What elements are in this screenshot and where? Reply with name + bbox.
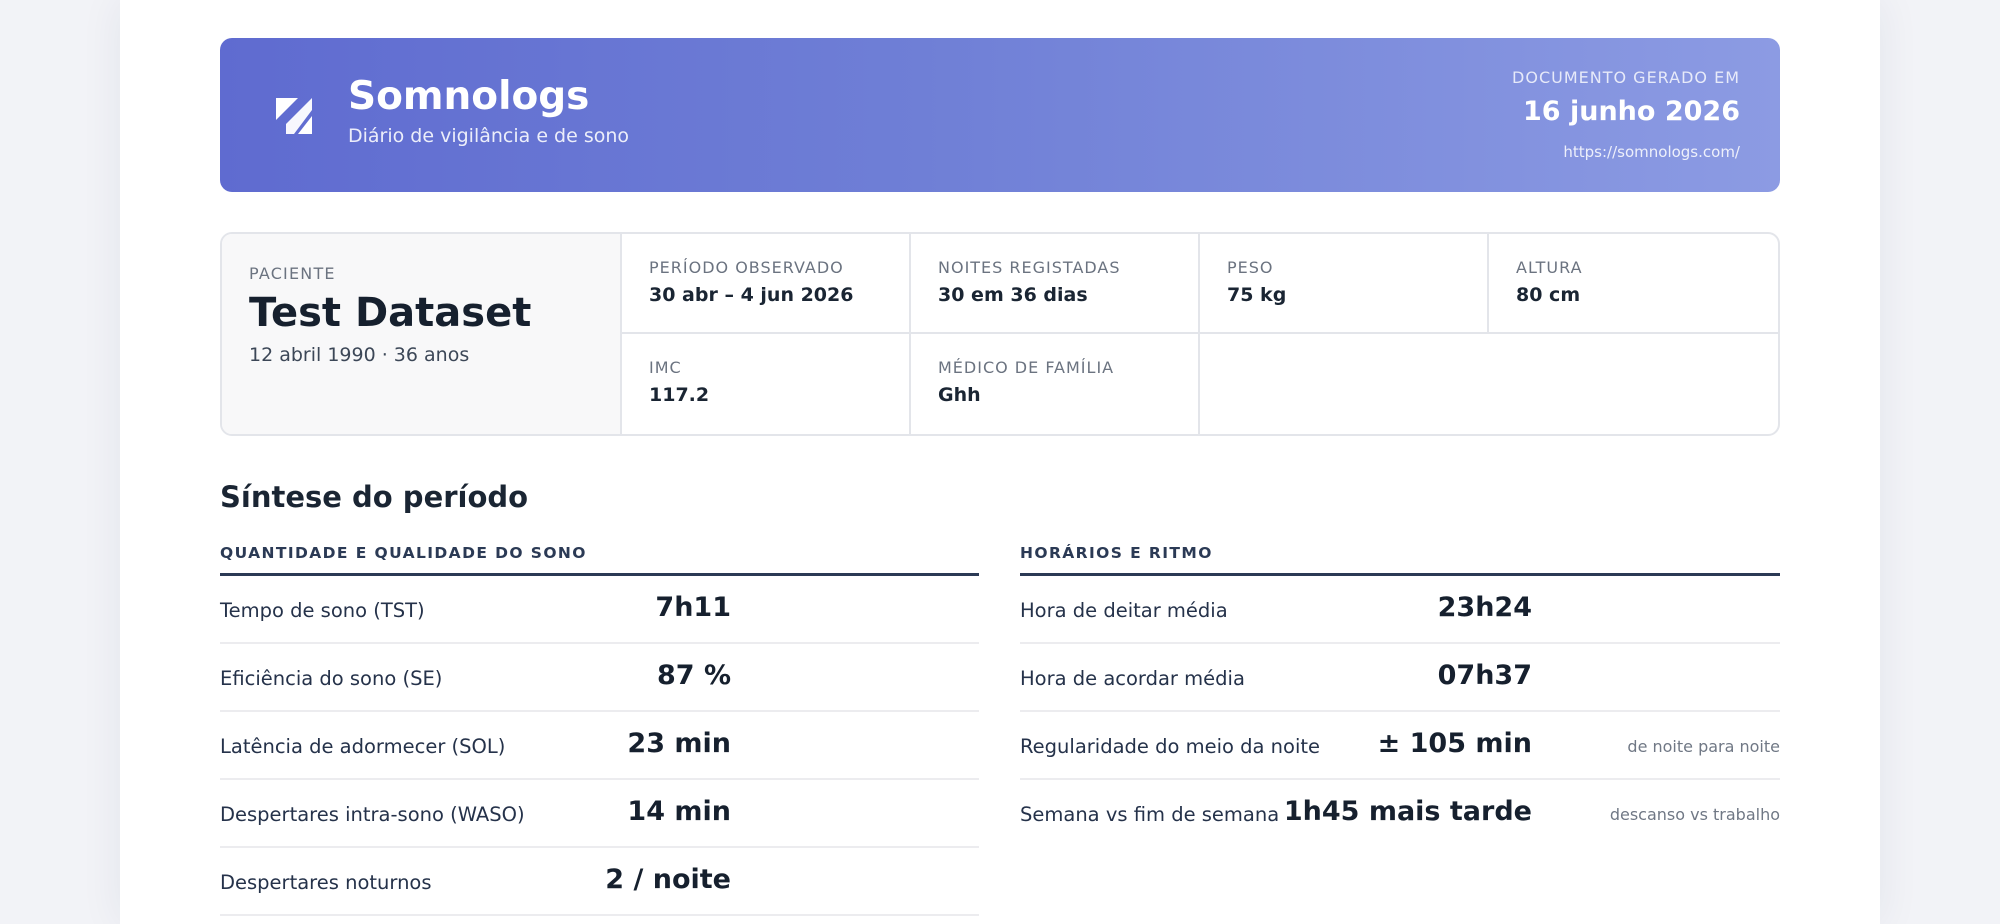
schedule-rhythm-section: HORÁRIOS E RITMO Hora de deitar média 23…	[1020, 540, 1780, 848]
metric-label: Despertares noturnos	[220, 871, 432, 894]
patient-name: Test Dataset	[249, 290, 532, 336]
field-label: ALTURA	[1516, 258, 1583, 277]
field-value: 30 em 36 dias	[938, 284, 1088, 306]
metric-row: Semana vs fim de semana 1h45 mais tarde …	[1020, 780, 1780, 848]
patient-identity: PACIENTE Test Dataset 12 abril 1990 · 36…	[222, 234, 622, 434]
metric-value: 23h24	[1437, 592, 1532, 623]
section-heading: HORÁRIOS E RITMO	[1020, 540, 1780, 576]
metric-label: Semana vs fim de semana	[1020, 803, 1280, 826]
metric-row: Hora de deitar média 23h24	[1020, 576, 1780, 644]
patient-card: PACIENTE Test Dataset 12 abril 1990 · 36…	[220, 232, 1780, 436]
field-label: PERÍODO OBSERVADO	[649, 258, 844, 277]
field-observed-period: PERÍODO OBSERVADO 30 abr – 4 jun 2026	[622, 234, 911, 334]
metric-row: Regularidade do meio da noite ± 105 min …	[1020, 712, 1780, 780]
section-heading: QUANTIDADE E QUALIDADE DO SONO	[220, 540, 979, 576]
metric-row: Tempo de sono (TST) 7h11	[220, 576, 979, 644]
generated-date: 16 junho 2026	[1523, 96, 1740, 127]
metric-label: Regularidade do meio da noite	[1020, 735, 1321, 758]
metric-row: Despertares intra-sono (WASO) 14 min	[220, 780, 979, 848]
metric-label: Eficiência do sono (SE)	[220, 667, 443, 690]
patient-label: PACIENTE	[249, 264, 336, 283]
field-nights-recorded: NOITES REGISTADAS 30 em 36 dias	[911, 234, 1200, 334]
sleep-quantity-section: QUANTIDADE E QUALIDADE DO SONO Tempo de …	[220, 540, 979, 916]
field-label: IMC	[649, 358, 682, 377]
generated-label: DOCUMENTO GERADO EM	[1512, 68, 1740, 87]
metric-label: Despertares intra-sono (WASO)	[220, 803, 525, 826]
metric-note: descanso vs trabalho	[1609, 805, 1780, 824]
metric-label: Hora de deitar média	[1020, 599, 1228, 622]
brand-subtitle: Diário de vigilância e de sono	[348, 125, 630, 147]
field-value: 30 abr – 4 jun 2026	[649, 284, 854, 306]
field-label: NOITES REGISTADAS	[938, 258, 1121, 277]
field-weight: PESO 75 kg	[1200, 234, 1489, 334]
metric-row: Despertares noturnos 2 / noite	[220, 848, 979, 916]
field-label: PESO	[1227, 258, 1274, 277]
metric-value: 2 / noite	[605, 864, 731, 895]
metric-value: 14 min	[627, 796, 731, 827]
metric-row: Hora de acordar média 07h37	[1020, 644, 1780, 712]
field-value: 75 kg	[1227, 284, 1287, 306]
field-family-doctor: MÉDICO DE FAMÍLIA Ghh	[911, 334, 1200, 434]
metric-value: 87 %	[656, 660, 731, 691]
field-height: ALTURA 80 cm	[1489, 234, 1778, 334]
metric-value: 07h37	[1437, 660, 1532, 691]
metric-value: 1h45 mais tarde	[1283, 796, 1532, 827]
metric-value: ± 105 min	[1377, 728, 1532, 759]
metric-row: Latência de adormecer (SOL) 23 min	[220, 712, 979, 780]
report-page: Somnologs Diário de vigilância e de sono…	[120, 0, 1880, 924]
brand-name: Somnologs	[348, 74, 590, 119]
metric-value: 7h11	[655, 592, 731, 623]
patient-dob-age: 12 abril 1990 · 36 anos	[249, 344, 470, 366]
metric-label: Hora de acordar média	[1020, 667, 1245, 690]
metric-value: 23 min	[627, 728, 731, 759]
field-value: Ghh	[938, 384, 981, 406]
metric-row: Eficiência do sono (SE) 87 %	[220, 644, 979, 712]
metric-label: Latência de adormecer (SOL)	[220, 735, 506, 758]
field-value: 80 cm	[1516, 284, 1581, 306]
field-bmi: IMC 117.2	[622, 334, 911, 434]
metric-note: de noite para noite	[1627, 737, 1780, 756]
field-value: 117.2	[649, 384, 710, 406]
website-link[interactable]: https://somnologs.com/	[1563, 143, 1740, 161]
report-header-banner: Somnologs Diário de vigilância e de sono…	[220, 38, 1780, 192]
somnologs-logo-icon	[276, 98, 312, 134]
field-label: MÉDICO DE FAMÍLIA	[938, 358, 1115, 377]
metric-label: Tempo de sono (TST)	[220, 599, 425, 622]
summary-title: Síntese do período	[220, 480, 529, 514]
